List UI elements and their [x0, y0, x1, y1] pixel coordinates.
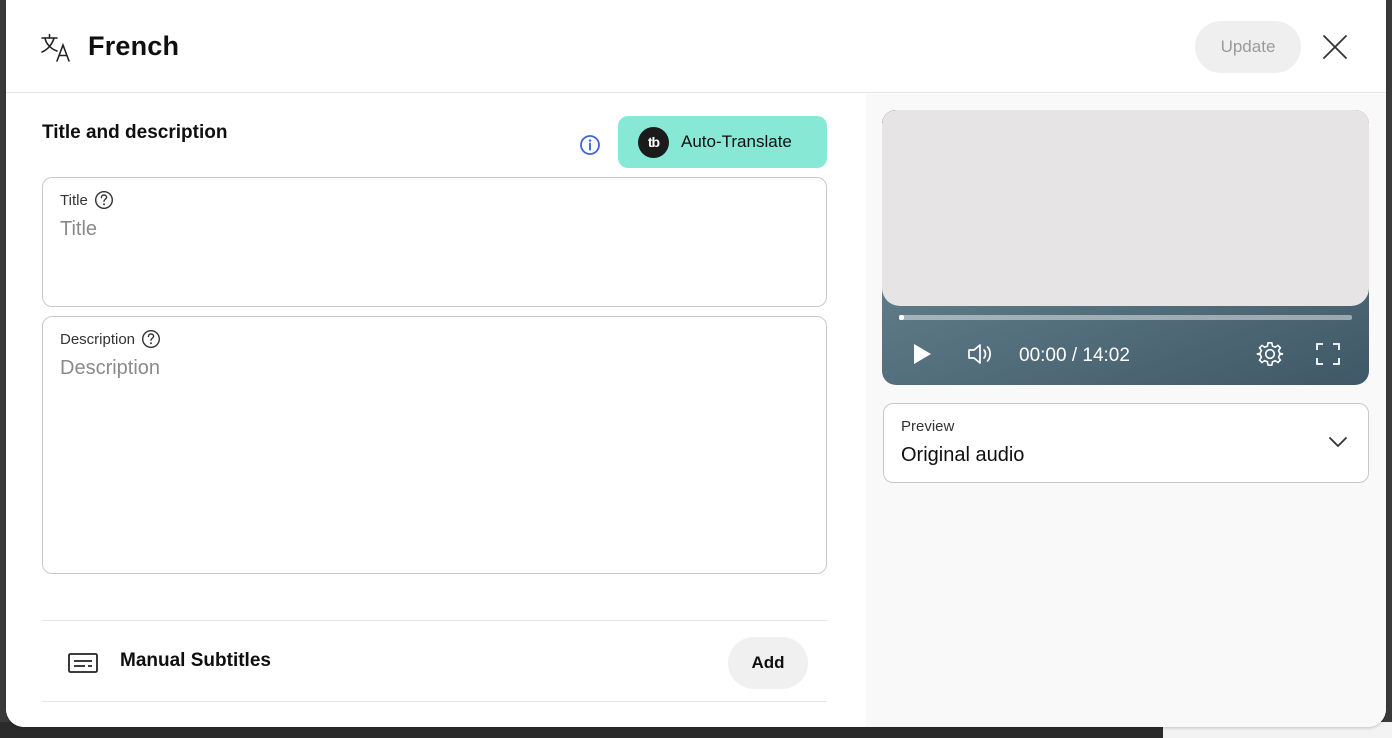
preview-audio-select[interactable]: Preview Original audio — [883, 403, 1369, 483]
play-icon[interactable] — [910, 342, 934, 366]
translation-form: Title and description tb Auto-Translate … — [6, 94, 866, 727]
help-circle-icon[interactable] — [141, 329, 161, 349]
video-thumbnail — [882, 110, 1369, 306]
title-field[interactable]: Title — [42, 177, 827, 307]
fullscreen-icon[interactable] — [1315, 342, 1341, 366]
dialog-title: French — [88, 31, 180, 61]
tubebuddy-logo: tb — [638, 126, 669, 158]
video-time: 00:00 / 14:02 — [1019, 345, 1130, 366]
title-input[interactable] — [60, 218, 810, 241]
description-input[interactable] — [60, 357, 810, 557]
info-icon[interactable] — [579, 134, 601, 156]
video-progress-fill — [899, 315, 905, 320]
auto-translate-label: Auto-Translate — [681, 132, 792, 151]
manual-subtitles-label: Manual Subtitles — [120, 650, 271, 671]
preview-label: Preview — [901, 418, 955, 435]
video-progress-bar[interactable] — [899, 315, 1352, 320]
subtitles-icon — [68, 653, 98, 673]
description-field[interactable]: Description — [42, 316, 827, 574]
manual-subtitles-row: Manual Subtitles Add — [42, 621, 827, 701]
preview-panel: 00:00 / 14:02 Preview Original audio — [866, 94, 1386, 727]
add-subtitles-button[interactable]: Add — [728, 637, 808, 689]
close-icon[interactable] — [1318, 30, 1352, 64]
description-field-label-wrap: Description — [60, 329, 161, 349]
divider — [42, 701, 827, 702]
gear-icon[interactable] — [1256, 340, 1284, 368]
volume-icon[interactable] — [966, 341, 994, 367]
chevron-down-icon — [1329, 437, 1347, 447]
help-circle-icon[interactable] — [94, 190, 114, 210]
translate-icon — [41, 33, 70, 62]
translation-dialog: French Update Title and description tb A… — [6, 0, 1386, 727]
update-button[interactable]: Update — [1195, 21, 1301, 73]
section-title: Title and description — [42, 122, 228, 143]
title-field-label-wrap: Title — [60, 190, 114, 210]
video-player[interactable]: 00:00 / 14:02 — [882, 110, 1369, 385]
description-field-label: Description — [60, 330, 136, 348]
preview-selected-value: Original audio — [901, 444, 1025, 466]
title-field-label: Title — [60, 191, 88, 209]
dialog-header: French Update — [6, 0, 1386, 93]
auto-translate-button[interactable]: tb Auto-Translate — [618, 116, 827, 168]
